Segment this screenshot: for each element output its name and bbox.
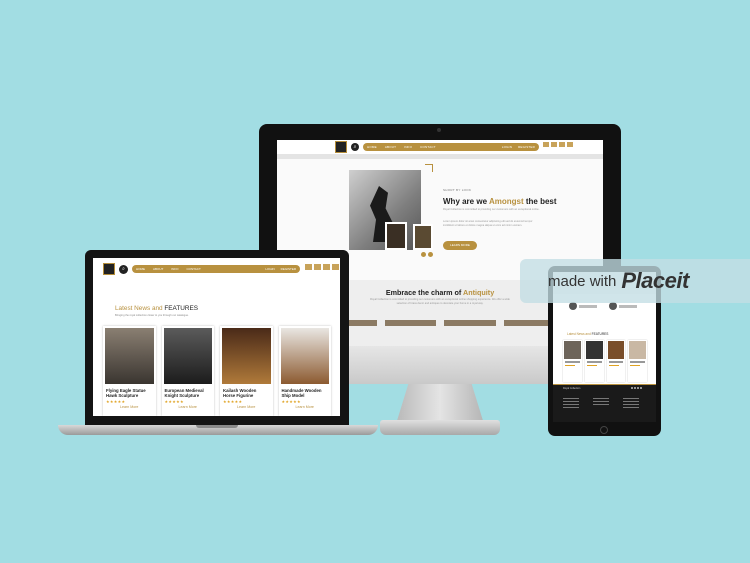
monitor-stand-base (380, 420, 500, 435)
laptop-notch (196, 425, 238, 428)
watermark-brand: Placeit (621, 268, 689, 293)
learn-more-link[interactable]: Learn More (279, 405, 332, 409)
nav-register[interactable]: REGISTER (281, 267, 296, 271)
about-thumb-2 (413, 224, 433, 250)
decorative-corner (425, 164, 433, 172)
site-logo[interactable] (103, 263, 115, 275)
product-card[interactable]: European Medieval Knight Sculpture ★★★★★… (161, 326, 215, 416)
product-name[interactable]: Flying Eagle Statue Hawk Sculpture (103, 386, 156, 398)
product-card[interactable] (584, 340, 604, 382)
product-cards: Flying Eagle Statue Hawk Sculpture ★★★★★… (103, 326, 331, 416)
product-image-knight[interactable] (163, 328, 212, 384)
nav-bar: HOME ABOUT INFO CONTACT LOGIN REGISTER (363, 143, 539, 151)
header-divider (277, 154, 603, 159)
social-icons[interactable] (631, 387, 642, 389)
language-flags[interactable] (543, 142, 573, 147)
desktop-navbar: ⌕ HOME ABOUT INFO CONTACT LOGIN REGISTER (277, 140, 603, 154)
camera-dot (437, 128, 441, 132)
star-rating: ★★★★★ (106, 399, 126, 405)
news-subtitle: Bringing the royal collection closer to … (115, 314, 189, 317)
nav-about[interactable]: ABOUT (385, 145, 396, 149)
news-title: Latest News and FEATURES (115, 305, 198, 312)
star-rating: ★★★★★ (281, 399, 301, 405)
learn-more-link[interactable]: Learn More (220, 405, 273, 409)
nav-register[interactable]: REGISTER (518, 145, 535, 149)
about-paragraph-2: Lorem ipsum dolor sit amet consectetur a… (443, 220, 533, 227)
product-name[interactable]: Handmade Wooden Ship Model (279, 386, 332, 398)
product-card[interactable] (563, 340, 582, 382)
nav-home[interactable]: HOME (136, 267, 145, 271)
nav-home[interactable]: HOME (367, 145, 377, 149)
nav-about[interactable]: ABOUT (153, 267, 163, 271)
footer-columns (563, 398, 639, 410)
product-card[interactable]: Kailash Wooden Horse Figurine ★★★★★ Lear… (220, 326, 273, 416)
testimonial-1 (569, 302, 597, 310)
product-name[interactable]: European Medieval Knight Sculpture (162, 386, 215, 398)
testimonial-2 (609, 302, 637, 310)
footer-title: Royal Collection (563, 387, 581, 390)
charm-image-strip (325, 320, 555, 326)
product-card[interactable]: Flying Eagle Statue Hawk Sculpture ★★★★★… (103, 326, 156, 416)
product-card[interactable] (606, 340, 626, 382)
product-card[interactable] (628, 340, 647, 382)
nav-login[interactable]: LOGIN (265, 267, 274, 271)
watermark-prefix: made with (548, 272, 617, 290)
nav-info[interactable]: INFO (171, 267, 178, 271)
avatar (569, 302, 577, 310)
avatar (609, 302, 617, 310)
tablet-news-title: Latest News and FEATURES (567, 332, 609, 336)
search-icon[interactable]: ⌕ (351, 143, 359, 151)
tablet-home-button[interactable] (600, 426, 608, 434)
tablet-product-cards (563, 340, 647, 382)
learn-more-button[interactable]: LEARN MORE (443, 241, 477, 250)
laptop-screen: ⌕ HOME ABOUT INFO CONTACT LOGIN REGISTER… (93, 258, 340, 416)
product-image-ship[interactable] (280, 328, 329, 384)
about-eyebrow: SHORT BY LOOK (443, 188, 472, 192)
star-rating: ★★★★★ (223, 399, 243, 405)
monitor-stand (396, 384, 484, 424)
charm-paragraph: Royal Collection is committed to providi… (370, 298, 510, 305)
nav-contact[interactable]: CONTACT (420, 145, 436, 149)
learn-more-link[interactable]: Learn More (162, 405, 215, 409)
nav-contact[interactable]: CONTACT (187, 267, 201, 271)
star-rating: ★★★★★ (164, 399, 184, 405)
product-image-horse[interactable] (222, 328, 271, 384)
product-card[interactable]: Handmade Wooden Ship Model ★★★★★ Learn M… (278, 326, 332, 416)
about-thumb-1 (385, 222, 407, 250)
learn-more-link[interactable]: Learn More (103, 405, 156, 409)
language-flags[interactable] (305, 264, 339, 270)
nav-bar: HOME ABOUT INFO CONTACT LOGIN REGISTER (132, 265, 300, 273)
about-paragraph-1: Royal Collection is committed to providi… (443, 208, 540, 211)
search-icon[interactable]: ⌕ (119, 265, 128, 274)
tablet-footer: Royal Collection (553, 384, 656, 422)
nav-info[interactable]: INFO (404, 145, 412, 149)
product-image-eagle[interactable] (105, 328, 154, 384)
about-title: Why are we Amongst the best (443, 197, 557, 206)
slider-dots[interactable] (421, 252, 433, 257)
site-logo[interactable] (335, 141, 347, 153)
product-name[interactable]: Kailash Wooden Horse Figurine (220, 386, 273, 398)
placeit-watermark: made with Placeit (520, 259, 750, 303)
nav-login[interactable]: LOGIN (502, 145, 512, 149)
